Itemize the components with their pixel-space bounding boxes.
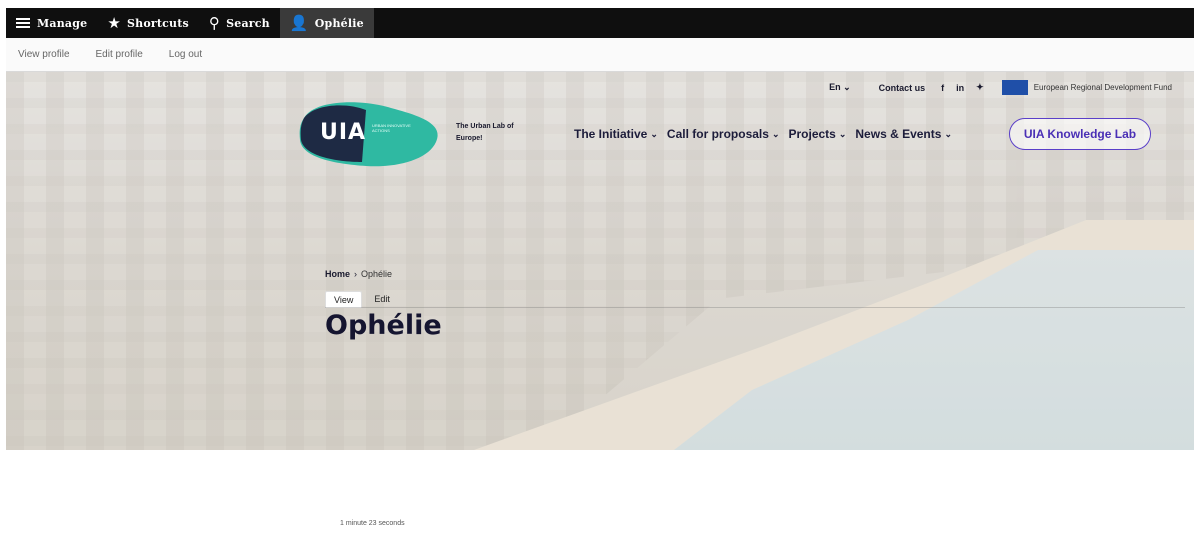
breadcrumb: Home › Ophélie [325, 269, 393, 279]
chevron-down-icon: ⌄ [944, 128, 952, 139]
nav-item-projects[interactable]: Projects ⌄ [788, 127, 846, 141]
admin-toolbar: Manage ★ Shortcuts ⚲ Search 👤 Ophélie [6, 8, 1194, 38]
tagline: The Urban Lab of Europe! [456, 123, 514, 142]
logo-small-text: URBAN INNOVATIVE ACTIONS [372, 123, 411, 133]
edit-profile-link[interactable]: Edit profile [96, 49, 143, 60]
hero-banner: En ⌄ Contact us f in ✦ European Regional… [6, 72, 1194, 450]
user-icon: 👤 [289, 14, 309, 32]
fund-label: European Regional Development Fund [1033, 83, 1172, 92]
facebook-icon[interactable]: f [941, 83, 944, 93]
page-title: Ophélie [325, 310, 442, 341]
breadcrumb-home-link[interactable]: Home [325, 269, 350, 279]
log-out-link[interactable]: Log out [169, 49, 202, 60]
hamburger-icon [16, 17, 30, 29]
knowledge-lab-button[interactable]: UIA Knowledge Lab [1009, 118, 1151, 150]
search-icon: ⚲ [208, 14, 221, 32]
search-label: Search [226, 16, 270, 30]
nav-item-call-for-proposals[interactable]: Call for proposals ⌄ [667, 127, 780, 141]
eu-flag-icon [1001, 80, 1028, 95]
user-label: Ophélie [314, 16, 364, 30]
nav-item-initiative[interactable]: The Initiative ⌄ [574, 127, 658, 141]
search-button[interactable]: ⚲ Search [199, 8, 280, 38]
shortcuts-label: Shortcuts [126, 16, 189, 30]
uia-logo[interactable]: UIA URBAN INNOVATIVE ACTIONS [296, 100, 446, 170]
logo-blob [299, 102, 438, 167]
user-tray: View profile Edit profile Log out [6, 38, 1194, 72]
tab-edit[interactable]: Edit [366, 291, 398, 308]
main-navigation: The Initiative ⌄ Call for proposals ⌄ Proj… [574, 127, 961, 141]
reading-time: 1 minute 23 seconds [340, 520, 405, 527]
tab-view[interactable]: View [325, 291, 363, 308]
chevron-down-icon: ⌄ [771, 128, 780, 139]
breadcrumb-current: Ophélie [361, 269, 393, 279]
nav-item-news-events[interactable]: News & Events ⌄ [855, 127, 952, 141]
linkedin-icon[interactable]: in [956, 83, 964, 93]
twitter-icon[interactable]: ✦ [976, 82, 984, 93]
logo-text: UIA [320, 120, 367, 145]
user-menu-button[interactable]: 👤 Ophélie [279, 8, 374, 38]
shortcuts-button[interactable]: ★ Shortcuts [97, 8, 199, 38]
language-selector[interactable]: En ⌄ [829, 82, 851, 93]
view-profile-link[interactable]: View profile [18, 49, 70, 60]
manage-menu-button[interactable]: Manage [6, 8, 97, 38]
contact-link[interactable]: Contact us [879, 83, 926, 93]
manage-label: Manage [37, 16, 88, 30]
utility-bar: En ⌄ Contact us f in ✦ European Regional… [829, 80, 1172, 95]
local-tabs: View Edit [325, 291, 402, 308]
star-icon: ★ [107, 14, 121, 32]
chevron-down-icon: ⌄ [650, 128, 658, 139]
chevron-down-icon: ⌄ [838, 128, 847, 139]
